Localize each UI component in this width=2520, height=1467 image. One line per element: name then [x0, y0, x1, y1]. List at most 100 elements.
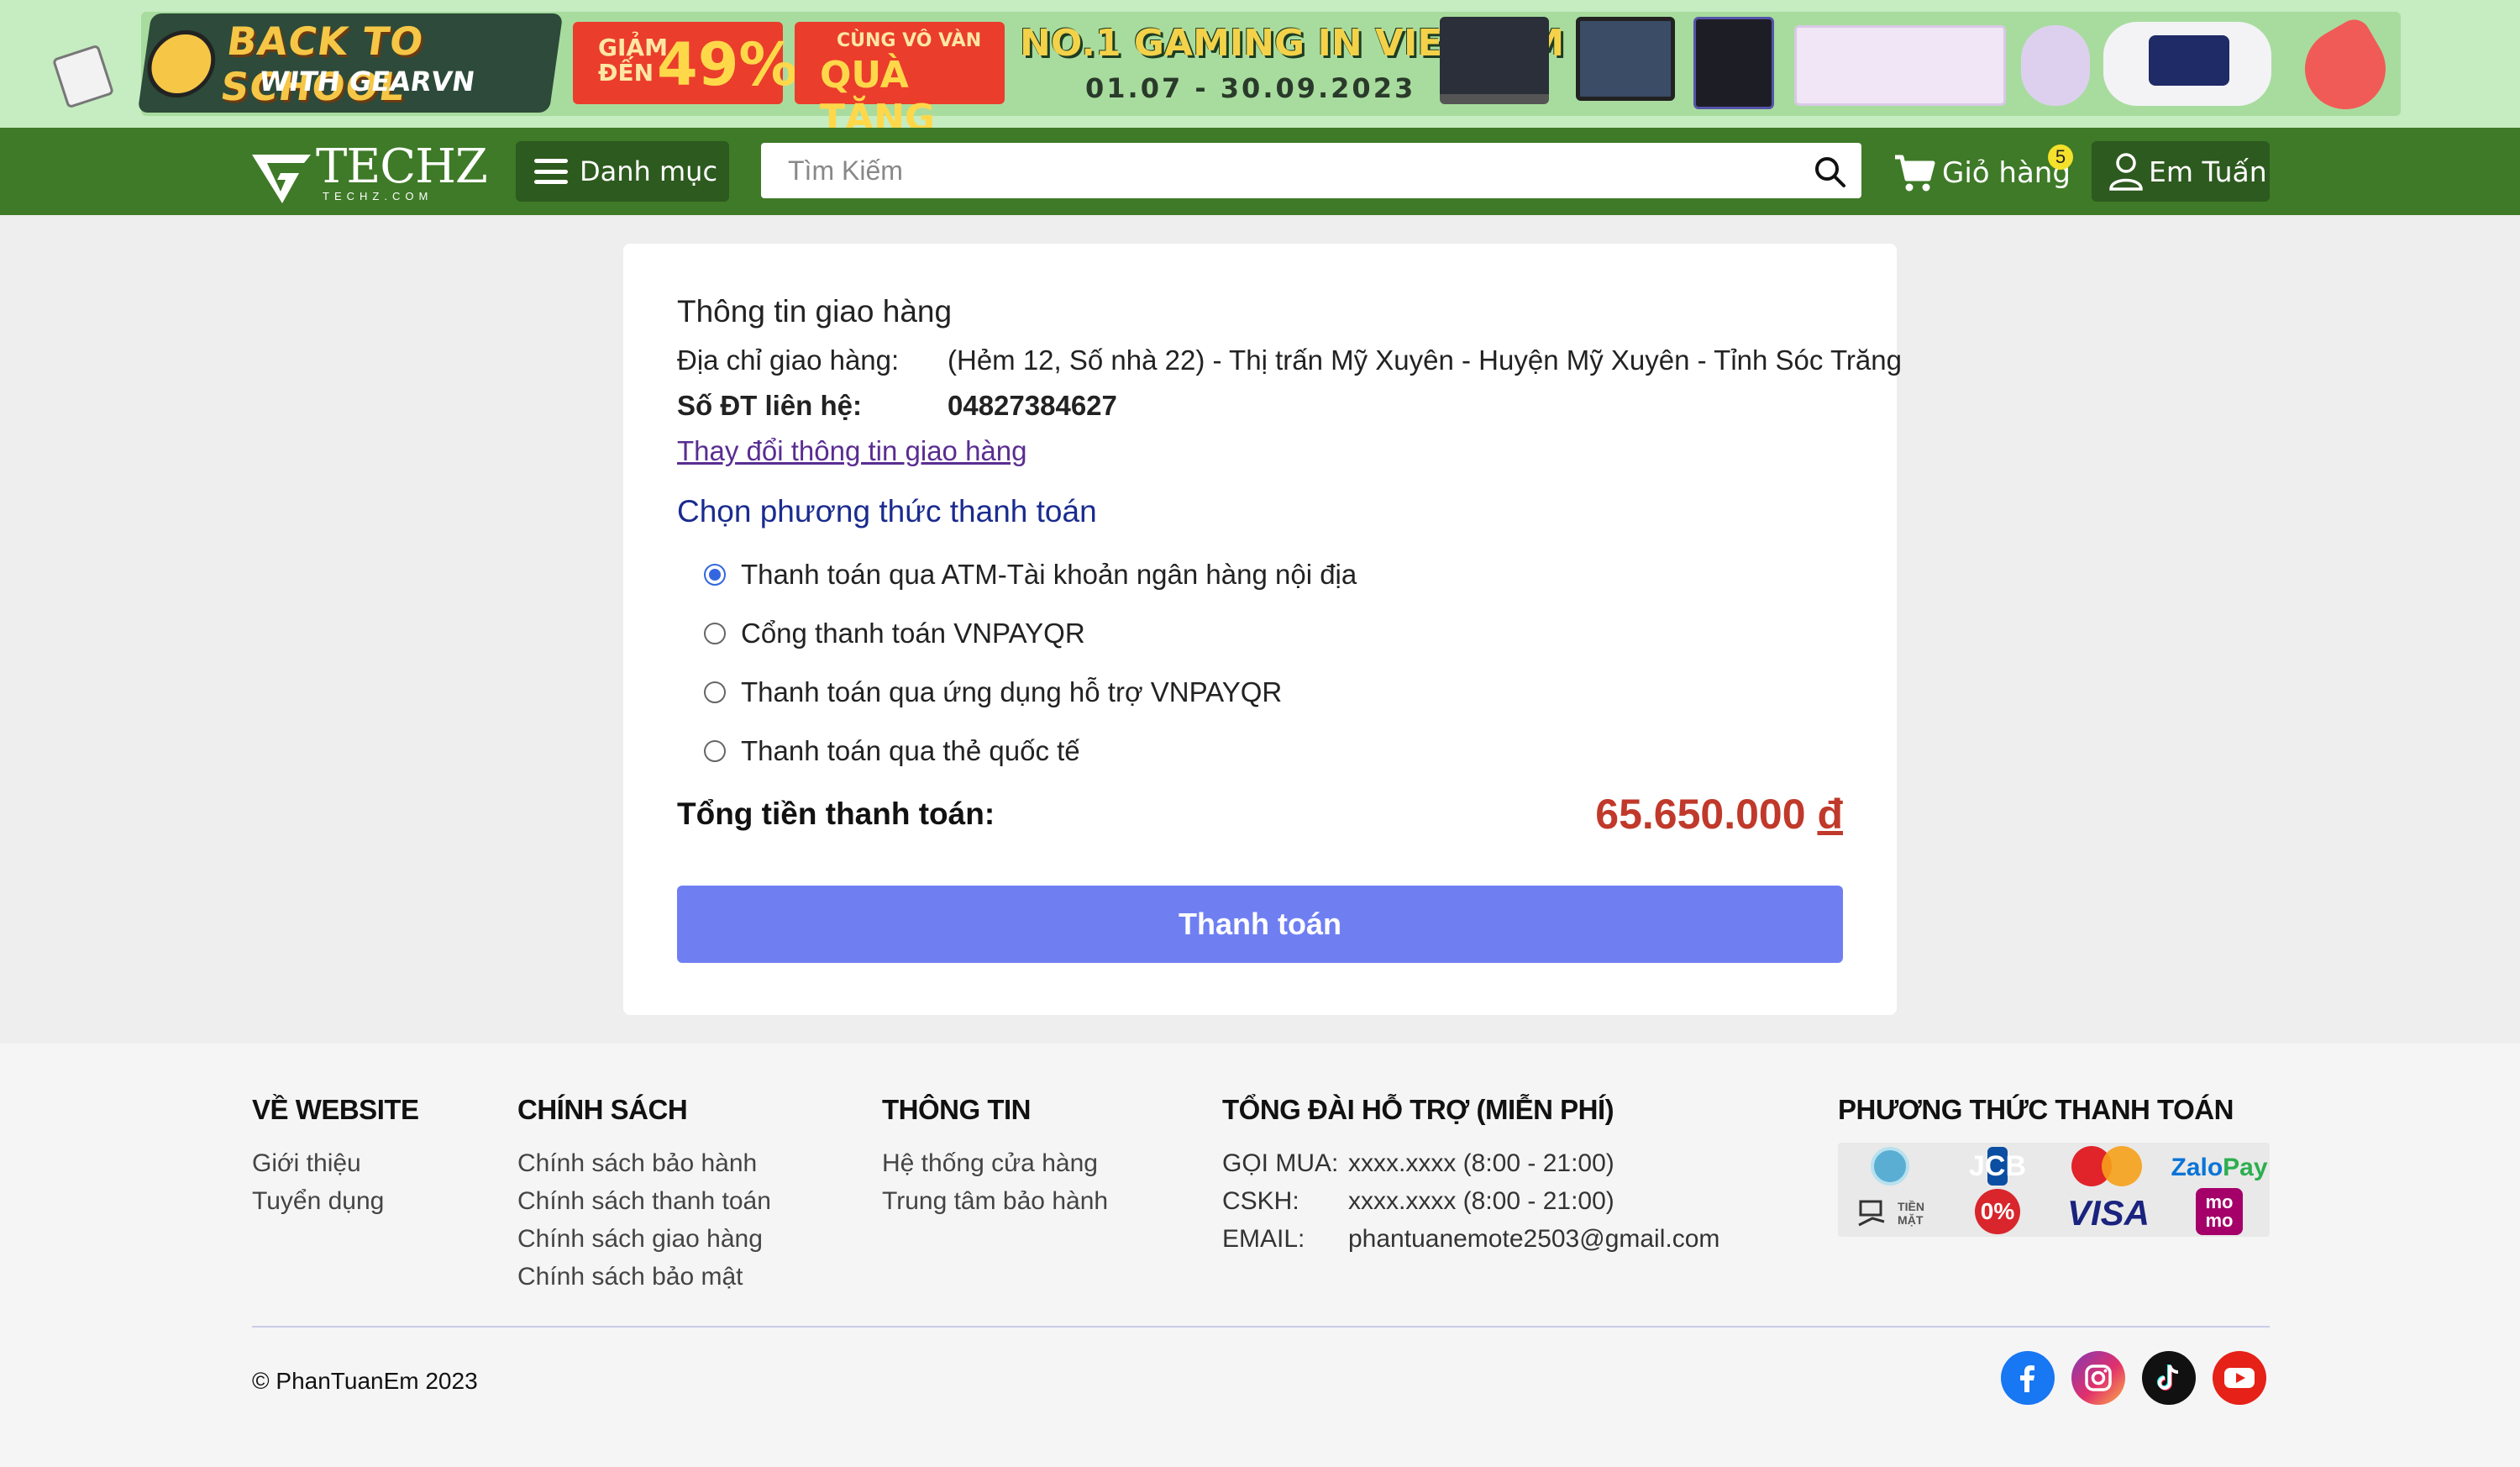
currency-symbol: đ: [1817, 791, 1843, 838]
gift-label: QUÀ TẶNG: [820, 54, 936, 128]
promo-banner[interactable]: BACK TO SCHOOL WITH GEARVN GIẢM ĐẾN 49% …: [0, 0, 2520, 128]
payment-methods-grid: JCB Zalo Pay TIỀN MẶT 0% VISA mo mo: [1838, 1143, 2270, 1237]
hotline-value: xxxx.xxxx (8:00 - 21:00): [1348, 1149, 1614, 1177]
site-logo[interactable]: TECHZ TECHZ.COM: [252, 139, 488, 205]
footer-divider: [252, 1326, 2270, 1328]
installment-0-icon: 0%: [1950, 1189, 2045, 1234]
payment-option-label: Thanh toán qua ATM-Tài khoản ngân hàng n…: [741, 559, 1357, 590]
gift-badge: CÙNG VÔ VÀN QUÀ TẶNG: [795, 22, 1005, 128]
hotline-value: xxxx.xxxx (8:00 - 21:00): [1348, 1187, 1614, 1215]
footer-about-title: VỀ WEBSITE: [252, 1094, 419, 1125]
payment-radio-vnpayqr-app[interactable]: [704, 681, 726, 703]
shipping-address-value: (Hẻm 12, Số nhà 22) - Thị trấn Mỹ Xuyên …: [948, 344, 1902, 376]
footer-link-service-center[interactable]: Trung tâm bảo hành: [882, 1182, 1108, 1220]
back-to-school-badge: BACK TO SCHOOL WITH GEARVN: [137, 13, 564, 113]
footer-link-shipping-policy[interactable]: Chính sách giao hàng: [517, 1220, 771, 1258]
banner-subheadline: WITH GEARVN: [257, 66, 477, 97]
jcb-icon: JCB: [1950, 1144, 2045, 1188]
cart-count-badge: 5: [2048, 145, 2073, 170]
visa-icon: VISA: [2066, 1193, 2150, 1233]
mouse-image: [2021, 25, 2090, 106]
payment-option-vnpayqr-app[interactable]: Thanh toán qua ứng dụng hỗ trợ VNPAYQR: [704, 674, 1282, 711]
user-account-button[interactable]: Em Tuấn: [2092, 141, 2270, 202]
hotline-email-value[interactable]: phantuanemote2503@gmail.com: [1348, 1225, 1719, 1253]
copyright-text: © PhanTuanEm 2023: [252, 1368, 478, 1394]
category-menu-label: Danh mục: [580, 155, 718, 187]
footer-payment-methods-title: PHƯƠNG THỨC THANH TOÁN: [1838, 1094, 2234, 1125]
monitor-image: [1576, 17, 1675, 101]
instagram-icon[interactable]: [2071, 1351, 2125, 1405]
hotline-email-row: EMAIL: phantuanemote2503@gmail.com: [1222, 1220, 1719, 1258]
logo-mark-icon: [252, 155, 311, 203]
category-menu-button[interactable]: Danh mục: [516, 141, 729, 202]
social-links: [2001, 1351, 2266, 1405]
site-header: TECHZ TECHZ.COM Danh mục Giỏ hàng 5 Em T…: [0, 128, 2520, 215]
youtube-icon[interactable]: [2213, 1351, 2266, 1405]
footer-link-warranty-policy[interactable]: Chính sách bảo hành: [517, 1144, 771, 1182]
payment-radio-international-card[interactable]: [704, 740, 726, 762]
footer-hotline-title: TỔNG ĐÀI HỖ TRỢ (MIỄN PHÍ): [1222, 1094, 1614, 1125]
hotline-purchase-row: GỌI MUA: xxxx.xxxx (8:00 - 21:00): [1222, 1144, 1719, 1182]
search-icon[interactable]: [1813, 155, 1846, 188]
site-footer: VỀ WEBSITE Giới thiệu Tuyển dụng CHÍNH S…: [0, 1044, 2520, 1467]
hamburger-icon: [534, 159, 568, 184]
search-input[interactable]: [761, 143, 1794, 198]
keyboard-image: [1794, 25, 2006, 106]
notepad-icon: [51, 44, 115, 109]
gift-small-label: CÙNG VÔ VÀN: [837, 30, 982, 51]
footer-policy-title: CHÍNH SÁCH: [517, 1094, 688, 1125]
footer-info-column: THÔNG TIN Hệ thống cửa hàng Trung tâm bả…: [882, 1094, 1108, 1220]
cash-icon: TIỀN MẶT: [1843, 1191, 1937, 1235]
footer-hotline-column: TỔNG ĐÀI HỖ TRỢ (MIỄN PHÍ) GỌI MUA: xxxx.…: [1222, 1094, 1719, 1258]
tiktok-icon[interactable]: [2142, 1351, 2196, 1405]
payment-option-international-card[interactable]: Thanh toán qua thẻ quốc tế: [704, 733, 1080, 770]
cart-icon: [1895, 155, 1935, 192]
payment-radio-vnpayqr-gateway[interactable]: [704, 623, 726, 644]
contact-phone-label: Số ĐT liên hệ:: [677, 390, 863, 421]
footer-info-title: THÔNG TIN: [882, 1094, 1031, 1125]
handheld-console-image: [2103, 22, 2271, 106]
user-name: Em Tuấn: [2149, 155, 2267, 188]
momo-icon: mo mo: [2172, 1188, 2266, 1235]
hotline-support-row: CSKH: xxxx.xxxx (8:00 - 21:00): [1222, 1182, 1719, 1220]
shipping-address-label: Địa chỉ giao hàng:: [677, 344, 900, 376]
footer-link-privacy-policy[interactable]: Chính sách bảo mật: [517, 1258, 771, 1296]
total-payment-label: Tổng tiền thanh toán:: [677, 797, 995, 831]
total-payment-amount: 65.650.000 đ: [1595, 790, 1843, 839]
discount-value: 49%: [657, 30, 798, 99]
payment-option-label: Cổng thanh toán VNPAYQR: [741, 618, 1085, 649]
footer-link-careers[interactable]: Tuyển dụng: [252, 1182, 419, 1220]
pc-case-image: [1693, 17, 1774, 109]
payment-option-label: Thanh toán qua thẻ quốc tế: [741, 735, 1080, 766]
logo-subtext: TECHZ.COM: [323, 190, 433, 202]
checkout-submit-button[interactable]: Thanh toán: [677, 886, 1843, 963]
payment-option-vnpayqr-gateway[interactable]: Cổng thanh toán VNPAYQR: [704, 615, 1085, 652]
discount-badge: GIẢM ĐẾN 49%: [573, 22, 798, 104]
footer-link-stores[interactable]: Hệ thống cửa hàng: [882, 1144, 1108, 1182]
change-shipping-info-link[interactable]: Thay đổi thông tin giao hàng: [677, 435, 1026, 467]
payment-option-atm[interactable]: Thanh toán qua ATM-Tài khoản ngân hàng n…: [704, 556, 1357, 593]
payment-radio-atm[interactable]: [704, 564, 726, 586]
total-amount-value: 65.650.000: [1595, 791, 1806, 838]
footer-link-about[interactable]: Giới thiệu: [252, 1144, 419, 1182]
footer-about-column: VỀ WEBSITE Giới thiệu Tuyển dụng: [252, 1094, 419, 1220]
zalopay-icon: Zalo Pay: [2171, 1154, 2268, 1181]
mastercard-icon: [2061, 1144, 2155, 1188]
hotline-key: EMAIL:: [1222, 1225, 1305, 1253]
search-bar: [761, 143, 1861, 198]
facebook-icon[interactable]: [2001, 1351, 2055, 1405]
laptop-image: [1440, 17, 1549, 104]
footer-payment-methods-column: PHƯƠNG THỨC THANH TOÁN JCB Zalo Pay TIỀN …: [1838, 1094, 2270, 1237]
gaming-slogan: NO.1 GAMING IN VIETNAM 01.07 - 30.09.202…: [1020, 22, 1564, 109]
payment-method-title: Chọn phương thức thanh toán: [677, 494, 1097, 528]
internet-banking-icon: [1843, 1144, 1937, 1188]
user-icon: [2109, 153, 2143, 191]
footer-link-payment-policy[interactable]: Chính sách thanh toán: [517, 1182, 771, 1220]
contact-phone-row: Số ĐT liên hệ: 04827384627: [677, 390, 1117, 422]
shipping-info-title: Thông tin giao hàng: [677, 294, 953, 329]
cart-button[interactable]: Giỏ hàng 5: [1893, 145, 2078, 200]
hotline-key: GỌI MUA:: [1222, 1149, 1339, 1177]
payment-option-label: Thanh toán qua ứng dụng hỗ trợ VNPAYQR: [741, 676, 1283, 707]
logo-text: TECHZ: [316, 139, 488, 194]
gaming-dates: 01.07 - 30.09.2023: [1085, 72, 1416, 104]
